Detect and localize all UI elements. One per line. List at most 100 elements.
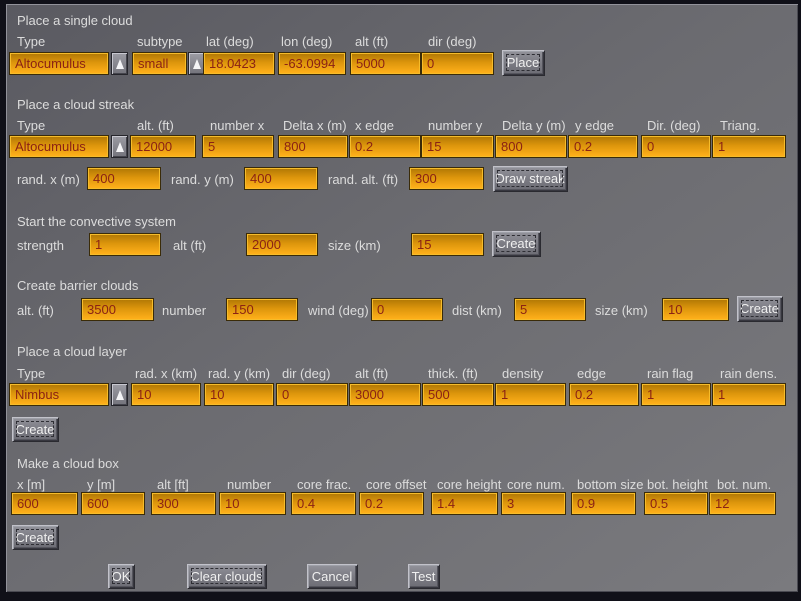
box-core-frac-input[interactable] bbox=[292, 493, 355, 514]
section-title-single-cloud: Place a single cloud bbox=[17, 13, 133, 28]
label-conv-alt: alt (ft) bbox=[173, 238, 206, 253]
streak-alt-input[interactable] bbox=[131, 136, 195, 157]
draw-streak-button[interactable]: Draw streak bbox=[493, 166, 567, 191]
box-core-num-input[interactable] bbox=[502, 493, 565, 514]
label-layer-type: Type bbox=[17, 366, 45, 381]
layer-density-input[interactable] bbox=[496, 384, 565, 405]
section-title-convective: Start the convective system bbox=[17, 214, 176, 229]
streak-triang-input[interactable] bbox=[713, 136, 785, 157]
section-title-cloud-layer: Place a cloud layer bbox=[17, 344, 127, 359]
label-x-edge: x edge bbox=[355, 118, 394, 133]
barrier-size-input[interactable] bbox=[663, 299, 728, 320]
barrier-dist-input[interactable] bbox=[515, 299, 585, 320]
box-number-input[interactable] bbox=[220, 493, 285, 514]
label-edge: edge bbox=[577, 366, 606, 381]
single-lon-input[interactable] bbox=[279, 53, 345, 74]
label-delta-y: Delta y (m) bbox=[502, 118, 566, 133]
streak-x-edge-input[interactable] bbox=[350, 136, 420, 157]
box-x-input[interactable] bbox=[12, 493, 77, 514]
label-thick: thick. (ft) bbox=[428, 366, 478, 381]
box-core-offset-input[interactable] bbox=[360, 493, 423, 514]
label-barrier-wind: wind (deg) bbox=[308, 303, 369, 318]
label-core-height: core height bbox=[437, 477, 501, 492]
label-lon: lon (deg) bbox=[281, 34, 332, 49]
barrier-number-input[interactable] bbox=[227, 299, 297, 320]
single-alt-input[interactable] bbox=[351, 53, 420, 74]
label-type: Type bbox=[17, 34, 45, 49]
label-box-alt: alt [ft] bbox=[157, 477, 189, 492]
label-box-number: number bbox=[227, 477, 271, 492]
label-strength: strength bbox=[17, 238, 64, 253]
single-lat-input[interactable] bbox=[204, 53, 274, 74]
label-streak-type: Type bbox=[17, 118, 45, 133]
layer-rad-x-input[interactable] bbox=[132, 384, 200, 405]
label-rain-dens: rain dens. bbox=[720, 366, 777, 381]
streak-type-dropdown-arrow-icon[interactable] bbox=[112, 136, 127, 157]
streak-delta-y-input[interactable] bbox=[496, 136, 566, 157]
test-button[interactable]: Test bbox=[408, 564, 439, 588]
section-title-cloud-streak: Place a cloud streak bbox=[17, 97, 134, 112]
label-subtype: subtype bbox=[137, 34, 183, 49]
label-rain-flag: rain flag bbox=[647, 366, 693, 381]
streak-y-edge-input[interactable] bbox=[569, 136, 637, 157]
layer-thick-input[interactable] bbox=[423, 384, 493, 405]
rand-x-input[interactable] bbox=[88, 168, 160, 189]
box-create-button[interactable]: Create bbox=[12, 525, 58, 549]
section-title-cloud-box: Make a cloud box bbox=[17, 456, 119, 471]
streak-number-x-input[interactable] bbox=[203, 136, 273, 157]
layer-rain-dens-input[interactable] bbox=[713, 384, 785, 405]
strength-input[interactable] bbox=[90, 234, 160, 255]
label-bot-num: bot. num. bbox=[717, 477, 771, 492]
clear-clouds-button[interactable]: Clear clouds bbox=[187, 564, 266, 588]
streak-type-select[interactable]: Altocumulus bbox=[10, 136, 108, 157]
label-rad-y: rad. y (km) bbox=[208, 366, 270, 381]
box-y-input[interactable] bbox=[82, 493, 144, 514]
place-button[interactable]: Place bbox=[502, 50, 544, 75]
layer-edge-input[interactable] bbox=[570, 384, 638, 405]
ok-button[interactable]: OK bbox=[108, 564, 134, 588]
label-streak-alt: alt. (ft) bbox=[137, 118, 174, 133]
layer-type-dropdown-arrow-icon[interactable] bbox=[112, 384, 127, 405]
box-bot-height-input[interactable] bbox=[645, 493, 707, 514]
section-title-barrier: Create barrier clouds bbox=[17, 278, 138, 293]
layer-alt-input[interactable] bbox=[350, 384, 420, 405]
label-streak-dir: Dir. (deg) bbox=[647, 118, 700, 133]
layer-create-button[interactable]: Create bbox=[12, 417, 58, 441]
label-rand-x: rand. x (m) bbox=[17, 172, 80, 187]
label-barrier-number: number bbox=[162, 303, 206, 318]
layer-type-select[interactable]: Nimbus bbox=[10, 384, 108, 405]
barrier-alt-input[interactable] bbox=[82, 299, 153, 320]
rand-y-input[interactable] bbox=[245, 168, 317, 189]
single-dir-input[interactable] bbox=[422, 53, 493, 74]
cancel-button[interactable]: Cancel bbox=[307, 564, 357, 588]
label-barrier-alt: alt. (ft) bbox=[17, 303, 54, 318]
conv-alt-input[interactable] bbox=[247, 234, 317, 255]
label-rand-y: rand. y (m) bbox=[171, 172, 234, 187]
rand-alt-input[interactable] bbox=[410, 168, 483, 189]
label-layer-dir: dir (deg) bbox=[282, 366, 330, 381]
label-bottom-size: bottom size bbox=[577, 477, 643, 492]
label-box-x: x [m] bbox=[17, 477, 45, 492]
barrier-wind-input[interactable] bbox=[372, 299, 442, 320]
conv-size-input[interactable] bbox=[412, 234, 483, 255]
label-core-num: core num. bbox=[507, 477, 565, 492]
layer-rad-y-input[interactable] bbox=[205, 384, 273, 405]
barrier-create-button[interactable]: Create bbox=[737, 296, 782, 321]
layer-rain-flag-input[interactable] bbox=[642, 384, 710, 405]
box-alt-input[interactable] bbox=[152, 493, 215, 514]
streak-number-y-input[interactable] bbox=[422, 136, 493, 157]
box-core-height-input[interactable] bbox=[432, 493, 497, 514]
single-subtype-dropdown-arrow-icon[interactable] bbox=[189, 53, 204, 74]
streak-delta-x-input[interactable] bbox=[279, 136, 347, 157]
convective-create-button[interactable]: Create bbox=[492, 231, 540, 256]
box-bottom-size-input[interactable] bbox=[572, 493, 635, 514]
label-number-y: number y bbox=[428, 118, 482, 133]
streak-dir-input[interactable] bbox=[642, 136, 710, 157]
single-subtype-select[interactable]: small bbox=[133, 53, 186, 74]
single-type-select[interactable]: Altocumulus bbox=[10, 53, 108, 74]
layer-dir-input[interactable] bbox=[277, 384, 347, 405]
single-type-dropdown-arrow-icon[interactable] bbox=[112, 53, 127, 74]
label-number-x: number x bbox=[210, 118, 264, 133]
label-delta-x: Delta x (m) bbox=[283, 118, 347, 133]
box-bot-num-input[interactable] bbox=[710, 493, 775, 514]
